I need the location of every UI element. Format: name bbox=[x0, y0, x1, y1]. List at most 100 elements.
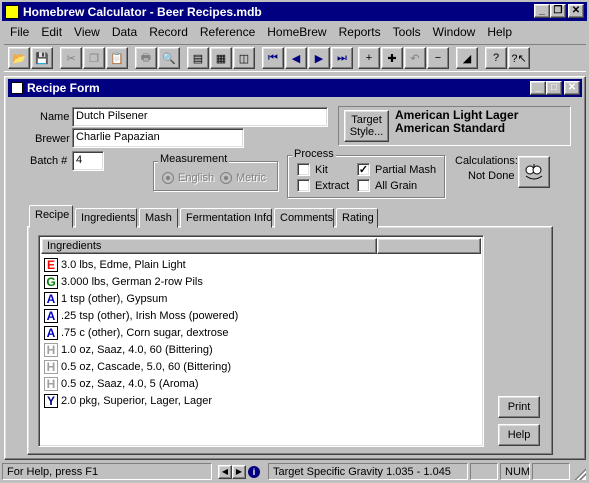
ingredient-row[interactable]: G 3.000 lbs, German 2-row Pils bbox=[41, 273, 238, 290]
form-close-button[interactable]: ✕ bbox=[564, 81, 580, 95]
database-window-icon[interactable]: ◫ bbox=[233, 47, 255, 69]
scroll-right-icon[interactable]: ▶ bbox=[232, 464, 246, 479]
tab-mash[interactable]: Mash bbox=[139, 208, 178, 228]
batch-label: Batch # bbox=[30, 155, 68, 167]
ingredient-row[interactable]: Y 2.0 pkg, Superior, Lager, Lager bbox=[41, 392, 238, 409]
metric-label: Metric bbox=[236, 172, 266, 184]
ingredient-type-badge: G bbox=[44, 274, 58, 289]
tab-comments[interactable]: Comments bbox=[274, 208, 334, 228]
paste-icon[interactable]: 📋 bbox=[106, 47, 128, 69]
name-label: Name bbox=[40, 111, 70, 123]
help-button[interactable]: Help bbox=[498, 424, 540, 446]
menu-edit[interactable]: Edit bbox=[35, 25, 68, 39]
minimize-button[interactable]: _ bbox=[534, 4, 550, 18]
next-record-icon[interactable]: ▶ bbox=[308, 47, 330, 69]
menu-view[interactable]: View bbox=[68, 25, 106, 39]
delete-record-icon[interactable]: − bbox=[427, 47, 449, 69]
style-category: American Light Lager bbox=[395, 108, 519, 122]
menu-record[interactable]: Record bbox=[143, 25, 194, 39]
calculator-hops-icon bbox=[525, 164, 543, 180]
restore-button[interactable]: ❐ bbox=[550, 4, 566, 18]
brewer-label: Brewer bbox=[35, 133, 70, 145]
scroll-left-icon[interactable]: ◀ bbox=[218, 464, 232, 479]
undo-icon[interactable]: ↶ bbox=[404, 47, 426, 69]
status-caps bbox=[470, 463, 498, 480]
menu-tools[interactable]: Tools bbox=[387, 25, 427, 39]
menu-help[interactable]: Help bbox=[481, 25, 518, 39]
menu-homebrew[interactable]: HomeBrew bbox=[261, 25, 332, 39]
app-title-bar[interactable]: Homebrew Calculator - Beer Recipes.mdb _… bbox=[2, 2, 587, 21]
whats-this-help-icon[interactable]: ?↖ bbox=[508, 47, 530, 69]
ingredient-row[interactable]: H 0.5 oz, Cascade, 5.0, 60 (Bittering) bbox=[41, 358, 238, 375]
target-style-label: Target Style... bbox=[349, 114, 384, 138]
partial-mash-checkbox[interactable]: ✓ Partial Mash bbox=[357, 163, 436, 176]
batch-field[interactable]: 4 bbox=[72, 151, 104, 171]
add-plus-icon[interactable]: ✚ bbox=[381, 47, 403, 69]
english-label: English bbox=[178, 172, 215, 184]
ingredients-header[interactable]: Ingredients bbox=[41, 238, 377, 254]
print-icon[interactable]: 🖶 bbox=[135, 47, 157, 69]
print-button[interactable]: Print bbox=[498, 396, 540, 418]
print-preview-icon[interactable]: 🔍 bbox=[158, 47, 180, 69]
style-name: American Standard bbox=[395, 121, 506, 135]
new-record-icon[interactable]: + bbox=[358, 47, 380, 69]
menu-reports[interactable]: Reports bbox=[333, 25, 387, 39]
kit-checkbox-box bbox=[297, 163, 310, 176]
partial-mash-checkbox-box: ✓ bbox=[357, 163, 370, 176]
form-minimize-button[interactable]: _ bbox=[530, 81, 546, 95]
tab-ingredients[interactable]: Ingredients bbox=[75, 208, 137, 228]
ingredient-row[interactable]: H 1.0 oz, Saaz, 4.0, 60 (Bittering) bbox=[41, 341, 238, 358]
ingredient-row[interactable]: A .75 c (other), Corn sugar, dextrose bbox=[41, 324, 238, 341]
help-button-label: Help bbox=[507, 429, 531, 441]
target-style-button[interactable]: Target Style... bbox=[344, 110, 389, 142]
all-grain-checkbox[interactable]: All Grain bbox=[357, 179, 417, 192]
tab-rating[interactable]: Rating bbox=[336, 208, 378, 228]
kit-checkbox[interactable]: Kit bbox=[297, 163, 328, 176]
name-field[interactable]: Dutch Pilsener bbox=[72, 107, 328, 127]
previous-record-icon[interactable]: ◀ bbox=[285, 47, 307, 69]
design-icon[interactable]: ◢ bbox=[456, 47, 478, 69]
ingredient-row[interactable]: H 0.5 oz, Saaz, 4.0, 5 (Aroma) bbox=[41, 375, 238, 392]
open-folder-icon[interactable]: 📂 bbox=[8, 47, 30, 69]
menu-window[interactable]: Window bbox=[427, 25, 482, 39]
english-radio-dot bbox=[162, 172, 174, 184]
menu-reference[interactable]: Reference bbox=[194, 25, 261, 39]
form-maximize-button[interactable]: □ bbox=[546, 81, 562, 95]
status-num: NUM bbox=[500, 463, 530, 480]
menu-data[interactable]: Data bbox=[106, 25, 143, 39]
last-record-icon[interactable]: ⏭ bbox=[331, 47, 353, 69]
menu-file[interactable]: File bbox=[4, 25, 35, 39]
measurement-label: Measurement bbox=[158, 153, 230, 165]
ingredient-row[interactable]: A .25 tsp (other), Irish Moss (powered) bbox=[41, 307, 238, 324]
ingredient-row[interactable]: A1 tsp (other), Gypsum bbox=[41, 290, 238, 307]
resize-grip-icon[interactable] bbox=[574, 468, 586, 480]
brewer-field[interactable]: Charlie Papazian bbox=[72, 128, 244, 148]
extract-checkbox[interactable]: Extract bbox=[297, 179, 349, 192]
help-icon[interactable]: ? bbox=[485, 47, 507, 69]
tab-fermentation-info[interactable]: Fermentation Info bbox=[180, 208, 272, 228]
save-icon[interactable]: 💾 bbox=[31, 47, 53, 69]
all-grain-label: All Grain bbox=[375, 179, 418, 192]
ingredient-type-badge: H bbox=[44, 376, 58, 391]
copy-icon[interactable]: ❐ bbox=[83, 47, 105, 69]
first-record-icon[interactable]: ⏮ bbox=[262, 47, 284, 69]
ingredients-list[interactable]: Ingredients E 3.0 lbs, Edme, Plain Light G… bbox=[38, 235, 484, 447]
info-icon[interactable]: i bbox=[248, 465, 260, 478]
cut-icon[interactable]: ✂ bbox=[60, 47, 82, 69]
extract-checkbox-box bbox=[297, 179, 310, 192]
tab-recipe[interactable]: Recipe bbox=[29, 205, 73, 228]
ingredient-row[interactable]: E 3.0 lbs, Edme, Plain Light bbox=[41, 256, 238, 273]
datasheet-view-icon[interactable]: ▦ bbox=[210, 47, 232, 69]
ingredient-type-badge: E bbox=[44, 257, 58, 272]
ingredients-header-label: Ingredients bbox=[47, 240, 102, 252]
close-button[interactable]: ✕ bbox=[568, 4, 584, 18]
app-icon[interactable] bbox=[5, 4, 19, 19]
ingredient-type-badge: H bbox=[44, 342, 58, 357]
metric-radio[interactable]: Metric bbox=[220, 172, 266, 184]
form-view-icon[interactable]: ▤ bbox=[187, 47, 209, 69]
status-help-text: For Help, press F1 bbox=[2, 463, 212, 480]
form-title-bar[interactable]: Recipe Form _ □ ✕ bbox=[8, 79, 582, 97]
status-scroll-controls: ◀ ▶ i bbox=[218, 463, 260, 480]
calculate-button[interactable] bbox=[518, 156, 550, 188]
english-radio[interactable]: English bbox=[162, 172, 214, 184]
